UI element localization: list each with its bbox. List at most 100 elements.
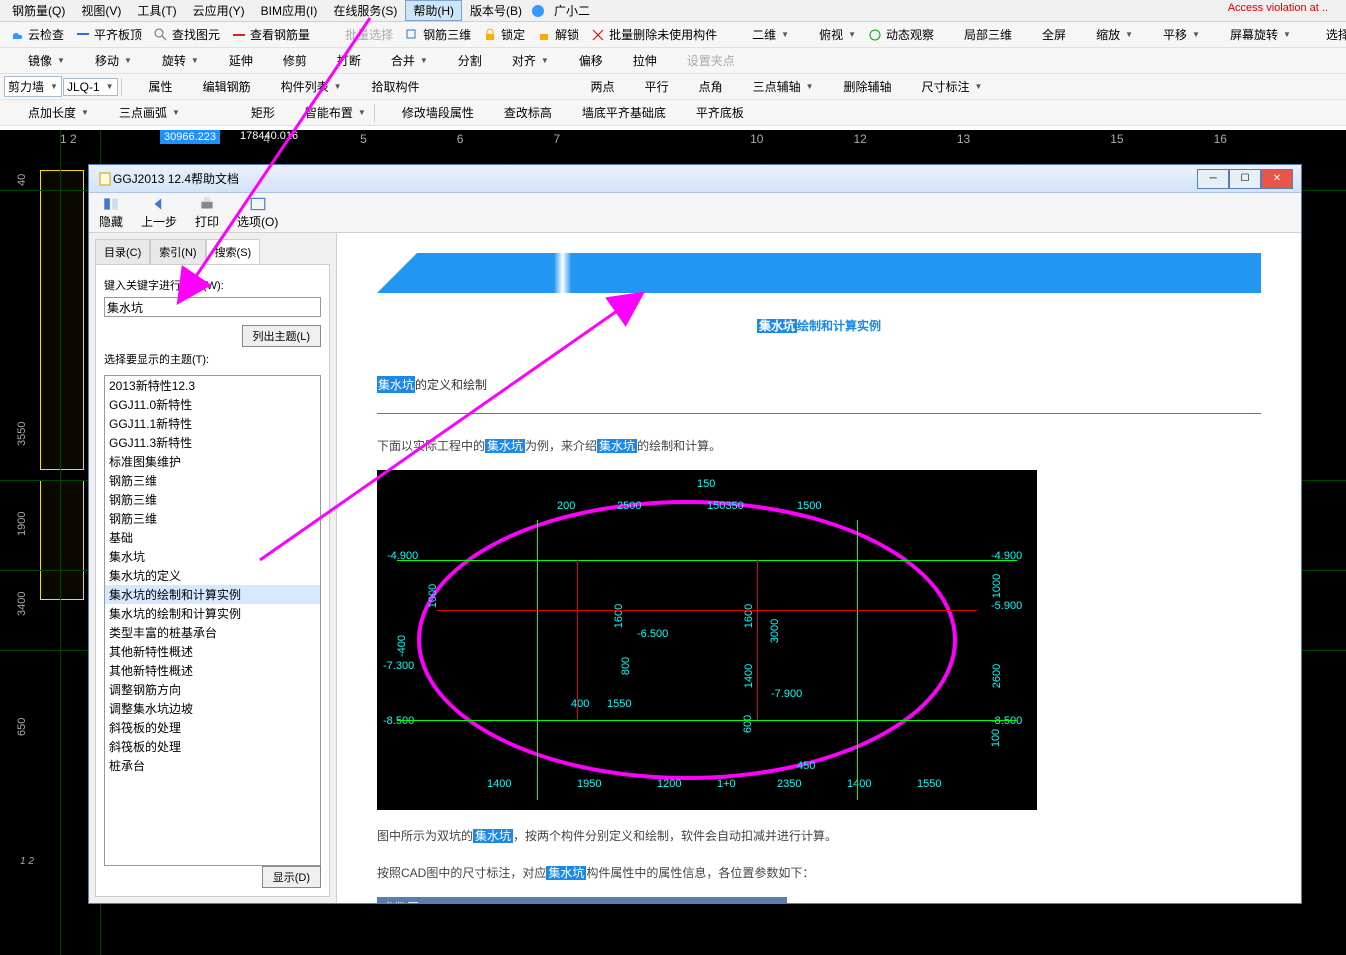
orbit-button[interactable]: 动态观察 bbox=[862, 24, 939, 45]
check-elev-button[interactable]: 查改标高 bbox=[480, 102, 557, 123]
help-toolbar: 隐藏 上一步 打印 选项(O) bbox=[89, 193, 1301, 233]
unlock-button[interactable]: 解锁 bbox=[531, 24, 584, 45]
props-button[interactable]: 属性 bbox=[125, 76, 178, 97]
merge-button[interactable]: 合并 bbox=[367, 50, 433, 71]
print-icon bbox=[198, 195, 216, 211]
mirror-button[interactable]: 镜像 bbox=[4, 50, 70, 71]
menu-help[interactable]: 帮助(H) bbox=[405, 0, 462, 21]
edit-wall-props-button[interactable]: 修改墙段属性 bbox=[378, 102, 479, 123]
topic-item[interactable]: 集水坑的定义 bbox=[105, 566, 320, 585]
minimize-button[interactable]: ─ bbox=[1197, 169, 1229, 189]
top-view-button[interactable]: 俯视 bbox=[795, 24, 861, 45]
tab-contents[interactable]: 目录(C) bbox=[95, 239, 150, 265]
topic-item[interactable]: 钢筋三维 bbox=[105, 471, 320, 490]
menu-online[interactable]: 在线服务(S) bbox=[325, 0, 405, 21]
topic-item[interactable]: 桩承台 bbox=[105, 756, 320, 775]
fullscreen-button[interactable]: 全屏 bbox=[1018, 24, 1071, 45]
local-3d-button[interactable]: 局部三维 bbox=[940, 24, 1017, 45]
topic-item[interactable]: GGJ11.0新特性 bbox=[105, 395, 320, 414]
topic-item[interactable]: GGJ11.3新特性 bbox=[105, 433, 320, 452]
menu-bim[interactable]: BIM应用(I) bbox=[253, 0, 326, 21]
pan-button[interactable]: 平移 bbox=[1139, 24, 1205, 45]
menu-view[interactable]: 视图(V) bbox=[73, 0, 129, 21]
rotate-screen-button[interactable]: 屏幕旋转 bbox=[1206, 24, 1296, 45]
menu-gangjinliang[interactable]: 钢筋量(Q) bbox=[4, 0, 73, 21]
jlq-dropdown[interactable]: JLQ-1 bbox=[63, 78, 118, 96]
topic-item[interactable]: 其他新特性概述 bbox=[105, 661, 320, 680]
topic-item[interactable]: 调整集水坑边坡 bbox=[105, 699, 320, 718]
component-list-button[interactable]: 构件列表 bbox=[257, 76, 347, 97]
help-titlebar[interactable]: GGJ2013 12.4帮助文档 ─ ☐ ✕ bbox=[89, 165, 1301, 193]
back-button[interactable]: 上一步 bbox=[141, 195, 177, 230]
topic-item[interactable]: 斜筏板的处理 bbox=[105, 718, 320, 737]
rebar-3d-button[interactable]: 钢筋三维 bbox=[399, 24, 476, 45]
help-content[interactable]: 集水坑绘制和计算实例 集水坑的定义和绘制 下面以实际工程中的集水坑为例，来介绍集… bbox=[337, 233, 1301, 903]
del-aux-button[interactable]: 删除辅轴 bbox=[820, 76, 897, 97]
stretch-button[interactable]: 拉伸 bbox=[609, 50, 662, 71]
split-button[interactable]: 分割 bbox=[434, 50, 487, 71]
edit-rebar-button[interactable]: 编辑钢筋 bbox=[179, 76, 256, 97]
two-point-button[interactable]: 两点 bbox=[567, 76, 620, 97]
topic-item[interactable]: 集水坑 bbox=[105, 547, 320, 566]
menu-user[interactable]: 广小二 bbox=[546, 0, 598, 21]
rect-button[interactable]: 矩形 bbox=[227, 102, 280, 123]
batch-select-button[interactable]: 批量选择 bbox=[321, 24, 398, 45]
zoom-button[interactable]: 缩放 bbox=[1072, 24, 1138, 45]
para-3: 按照CAD图中的尺寸标注，对应集水坑构件属性中的属性信息，各位置参数如下： bbox=[377, 861, 1261, 883]
level-top-button[interactable]: 平齐板顶 bbox=[70, 24, 147, 45]
topic-item[interactable]: 基础 bbox=[105, 528, 320, 547]
topics-list[interactable]: 2013新特性12.3GGJ11.0新特性GGJ11.1新特性GGJ11.3新特… bbox=[104, 375, 321, 866]
extend-button[interactable]: 延伸 bbox=[205, 50, 258, 71]
batch-delete-button[interactable]: 批量删除未使用构件 bbox=[585, 24, 722, 45]
topic-item[interactable]: GGJ11.1新特性 bbox=[105, 414, 320, 433]
menu-tools[interactable]: 工具(T) bbox=[129, 0, 184, 21]
topic-item[interactable]: 集水坑的绘制和计算实例 bbox=[105, 585, 320, 604]
wall-dropdown[interactable]: 剪力墙 bbox=[4, 76, 62, 97]
rotate-button[interactable]: 旋转 bbox=[138, 50, 204, 71]
smart-layout-button[interactable]: 智能布置 bbox=[281, 102, 371, 123]
pt-length-button[interactable]: 点加长度 bbox=[4, 102, 94, 123]
wall-floor-button[interactable]: 墙底平齐基础底 bbox=[558, 102, 671, 123]
level-floor-button[interactable]: 平齐底板 bbox=[672, 102, 749, 123]
tab-search[interactable]: 搜索(S) bbox=[206, 239, 261, 265]
lock-button[interactable]: 锁定 bbox=[477, 24, 530, 45]
point-angle-button[interactable]: 点角 bbox=[675, 76, 728, 97]
trim-button[interactable]: 修剪 bbox=[259, 50, 312, 71]
dim-button[interactable]: 尺寸标注 bbox=[898, 76, 988, 97]
find-element-button[interactable]: 查找图元 bbox=[148, 24, 225, 45]
list-topics-button[interactable]: 列出主题(L) bbox=[242, 325, 321, 347]
parallel-button[interactable]: 平行 bbox=[621, 76, 674, 97]
hide-button[interactable]: 隐藏 bbox=[99, 195, 123, 230]
topic-item[interactable]: 标准图集维护 bbox=[105, 452, 320, 471]
topic-item[interactable]: 钢筋三维 bbox=[105, 490, 320, 509]
offset-button[interactable]: 偏移 bbox=[555, 50, 608, 71]
topic-item[interactable]: 斜筏板的处理 bbox=[105, 737, 320, 756]
select-floor-button[interactable]: 选择楼层 bbox=[1302, 24, 1346, 45]
close-button[interactable]: ✕ bbox=[1261, 169, 1293, 189]
show-button[interactable]: 显示(D) bbox=[262, 866, 321, 888]
arc-button[interactable]: 三点画弧 bbox=[95, 102, 185, 123]
topic-item[interactable]: 钢筋三维 bbox=[105, 509, 320, 528]
menu-version[interactable]: 版本号(B) bbox=[462, 0, 530, 21]
topic-item[interactable]: 2013新特性12.3 bbox=[105, 376, 320, 395]
yellow-region-1 bbox=[40, 170, 84, 470]
search-input[interactable] bbox=[104, 297, 321, 317]
cloud-check-button[interactable]: 云检查 bbox=[4, 24, 69, 45]
topic-item[interactable]: 其他新特性概述 bbox=[105, 642, 320, 661]
align-button[interactable]: 对齐 bbox=[488, 50, 554, 71]
topic-item[interactable]: 调整钢筋方向 bbox=[105, 680, 320, 699]
pick-button[interactable]: 拾取构件 bbox=[348, 76, 425, 97]
options-button[interactable]: 选项(O) bbox=[237, 195, 278, 230]
move-button[interactable]: 移动 bbox=[71, 50, 137, 71]
menu-cloud[interactable]: 云应用(Y) bbox=[185, 0, 253, 21]
topic-item[interactable]: 类型丰富的桩基承台 bbox=[105, 623, 320, 642]
print-button[interactable]: 打印 bbox=[195, 195, 219, 230]
2d-button[interactable]: 二维 bbox=[728, 24, 794, 45]
break-button[interactable]: 打断 bbox=[313, 50, 366, 71]
topic-item[interactable]: 集水坑的绘制和计算实例 bbox=[105, 604, 320, 623]
three-point-aux-button[interactable]: 三点辅轴 bbox=[729, 76, 819, 97]
grip-button[interactable]: 设置夹点 bbox=[663, 50, 740, 71]
maximize-button[interactable]: ☐ bbox=[1229, 169, 1261, 189]
view-rebar-button[interactable]: 查看钢筋量 bbox=[226, 24, 315, 45]
tab-index[interactable]: 索引(N) bbox=[150, 239, 205, 265]
